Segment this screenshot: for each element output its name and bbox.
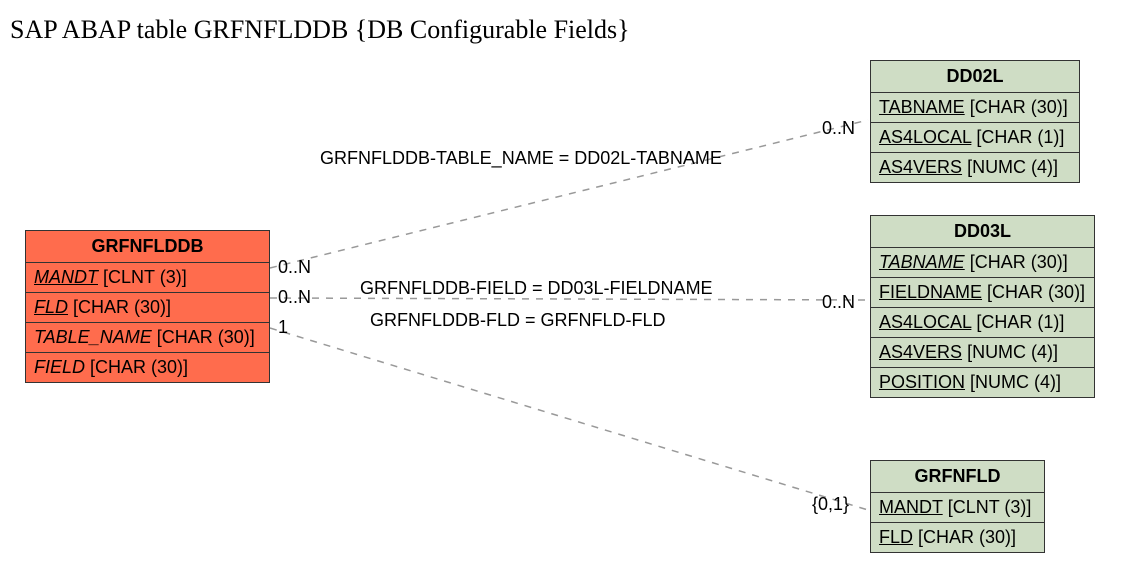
entity-grfnflddb-header: GRFNFLDDB [26, 231, 269, 263]
entity-field: FIELDNAME [CHAR (30)] [871, 278, 1094, 308]
entity-field: POSITION [NUMC (4)] [871, 368, 1094, 397]
entity-dd02l-header: DD02L [871, 61, 1079, 93]
entity-grfnfld: GRFNFLD MANDT [CLNT (3)] FLD [CHAR (30)] [870, 460, 1045, 553]
cardinality-right-3: {0,1} [812, 494, 849, 515]
entity-dd03l: DD03L TABNAME [CHAR (30)] FIELDNAME [CHA… [870, 215, 1095, 398]
entity-grfnfld-header: GRFNFLD [871, 461, 1044, 493]
entity-field: FLD [CHAR (30)] [26, 293, 269, 323]
cardinality-right-1: 0..N [822, 118, 855, 139]
cardinality-left-2: 0..N [278, 287, 311, 308]
entity-field: AS4VERS [NUMC (4)] [871, 338, 1094, 368]
cardinality-left-3: 1 [278, 317, 288, 338]
entity-field: FIELD [CHAR (30)] [26, 353, 269, 382]
entity-field: MANDT [CLNT (3)] [871, 493, 1044, 523]
entity-dd02l: DD02L TABNAME [CHAR (30)] AS4LOCAL [CHAR… [870, 60, 1080, 183]
entity-field: TABNAME [CHAR (30)] [871, 248, 1094, 278]
entity-field: MANDT [CLNT (3)] [26, 263, 269, 293]
cardinality-right-2: 0..N [822, 292, 855, 313]
relation-label-2: GRFNFLDDB-FIELD = DD03L-FIELDNAME [360, 278, 713, 299]
entity-field: TABNAME [CHAR (30)] [871, 93, 1079, 123]
entity-field: AS4VERS [NUMC (4)] [871, 153, 1079, 182]
entity-grfnflddb: GRFNFLDDB MANDT [CLNT (3)] FLD [CHAR (30… [25, 230, 270, 383]
relation-label-1: GRFNFLDDB-TABLE_NAME = DD02L-TABNAME [320, 148, 722, 169]
entity-field: TABLE_NAME [CHAR (30)] [26, 323, 269, 353]
diagram-title: SAP ABAP table GRFNFLDDB {DB Configurabl… [10, 15, 630, 45]
cardinality-left-1: 0..N [278, 257, 311, 278]
entity-field: AS4LOCAL [CHAR (1)] [871, 123, 1079, 153]
entity-field: AS4LOCAL [CHAR (1)] [871, 308, 1094, 338]
entity-dd03l-header: DD03L [871, 216, 1094, 248]
relation-label-3: GRFNFLDDB-FLD = GRFNFLD-FLD [370, 310, 666, 331]
entity-field: FLD [CHAR (30)] [871, 523, 1044, 552]
